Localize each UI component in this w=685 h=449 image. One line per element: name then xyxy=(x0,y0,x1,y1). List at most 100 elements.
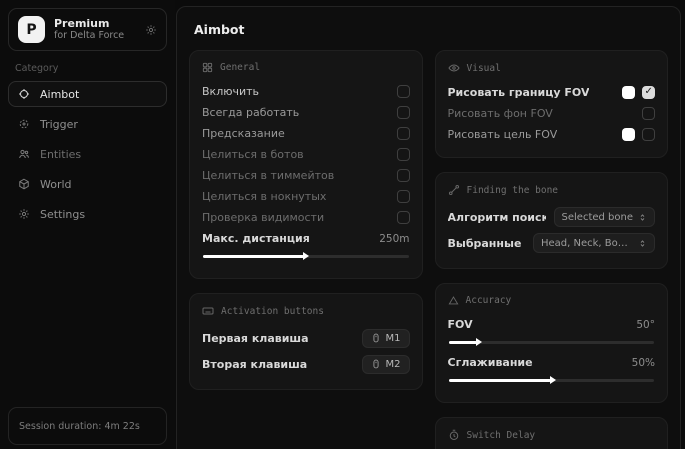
slider-thumb[interactable] xyxy=(550,376,556,384)
toggle-row: Предсказание xyxy=(202,123,410,144)
smoothing-slider[interactable] xyxy=(449,379,655,382)
bone-icon xyxy=(448,184,460,196)
product-logo: P xyxy=(18,16,45,43)
product-card: P Premium for Delta Force xyxy=(8,8,167,51)
sidebar-item-label: Trigger xyxy=(40,118,78,131)
left-column: General Включить Всегда работать Предска… xyxy=(189,50,423,390)
bone-row: Выбранные кости Head, Neck, Body, Pe.. xyxy=(448,230,656,256)
toggle-label: Включить xyxy=(202,85,259,98)
fov-slider[interactable] xyxy=(449,341,655,344)
category-label: Category xyxy=(15,63,175,74)
grid-icon xyxy=(202,62,213,73)
mouse-icon xyxy=(371,359,381,369)
slider-row: Сглаживание 50% xyxy=(448,352,656,373)
card-title: Activation buttons xyxy=(221,306,324,317)
chevrons-up-down-icon xyxy=(638,239,647,248)
select-value: Selected bone xyxy=(562,212,633,223)
checkbox[interactable] xyxy=(397,169,410,182)
sidebar-item-aimbot[interactable]: Aimbot xyxy=(8,81,167,107)
keybind-label: Вторая клавиша xyxy=(202,358,307,371)
selected-bones-select[interactable]: Head, Neck, Body, Pe.. xyxy=(533,233,655,253)
slider-thumb[interactable] xyxy=(476,338,482,346)
slider-label: Макс. дистанция xyxy=(202,232,310,245)
keybind-label: Первая клавиша xyxy=(202,332,309,345)
toggle-label: Целиться в тиммейтов xyxy=(202,169,334,182)
checkbox[interactable] xyxy=(397,85,410,98)
visual-card-header: Visual xyxy=(448,62,656,74)
card-title: Visual xyxy=(467,63,501,74)
visual-row: Рисовать границу FOV xyxy=(448,82,656,103)
checkbox[interactable] xyxy=(642,86,655,99)
keybind-button-m1[interactable]: M1 xyxy=(362,329,410,348)
keybind-row: Вторая клавиша M2 xyxy=(202,351,410,377)
toggle-row: Проверка видимости xyxy=(202,207,410,228)
visual-label: Рисовать границу FOV xyxy=(448,86,590,99)
toggle-label: Целиться в ботов xyxy=(202,148,304,161)
sidebar-item-trigger[interactable]: Trigger xyxy=(8,111,167,137)
color-swatch[interactable] xyxy=(622,86,635,99)
slider-row: Макс. дистанция 250m xyxy=(202,228,410,249)
card-title: General xyxy=(220,62,260,73)
slider-value: 250m xyxy=(379,233,409,245)
color-swatch[interactable] xyxy=(622,128,635,141)
visual-label: Рисовать фон FOV xyxy=(448,107,553,120)
max-distance-slider[interactable] xyxy=(203,255,409,258)
switch-delay-card-header: Switch Delay xyxy=(448,429,656,441)
toggle-row: Включить xyxy=(202,81,410,102)
accuracy-card: Accuracy FOV 50° Сглаживание 50% xyxy=(435,283,669,403)
trigger-icon xyxy=(18,118,30,130)
keybind-button-m2[interactable]: M2 xyxy=(362,355,410,374)
sidebar-item-label: World xyxy=(40,178,72,191)
page-title: Aimbot xyxy=(194,22,668,37)
sidebar-item-label: Entities xyxy=(40,148,81,161)
keybind-value: M1 xyxy=(386,333,401,344)
bone-card: Finding the bone Алгоритм поиска костей … xyxy=(435,172,669,269)
stopwatch-icon xyxy=(448,429,460,441)
switch-delay-card: Switch Delay Задержка переключения Задер… xyxy=(435,417,669,449)
world-icon xyxy=(18,178,30,190)
checkbox[interactable] xyxy=(397,211,410,224)
bone-row: Алгоритм поиска костей Selected bone xyxy=(448,204,656,230)
bone-label: Выбранные кости xyxy=(448,237,526,250)
chevrons-up-down-icon xyxy=(638,213,647,222)
keybind-row: Первая клавиша M1 xyxy=(202,325,410,351)
right-column: Visual Рисовать границу FOV Рисовать фон… xyxy=(435,50,669,449)
main-panel: Aimbot General Включить В xyxy=(176,6,681,449)
bone-label: Алгоритм поиска костей xyxy=(448,211,546,224)
select-value: Head, Neck, Body, Pe.. xyxy=(541,238,633,249)
sidebar-item-settings[interactable]: Settings xyxy=(8,201,167,227)
accuracy-card-header: Accuracy xyxy=(448,295,656,306)
sidebar-nav: Aimbot Trigger Entities World xyxy=(0,81,175,227)
visual-label: Рисовать цель FOV xyxy=(448,128,558,141)
toggle-row: Целиться в ботов xyxy=(202,144,410,165)
checkbox[interactable] xyxy=(642,128,655,141)
checkbox[interactable] xyxy=(397,106,410,119)
general-card: General Включить Всегда работать Предска… xyxy=(189,50,423,279)
visual-row: Рисовать цель FOV xyxy=(448,124,656,145)
slider-row: FOV 50° xyxy=(448,314,656,335)
keyboard-icon xyxy=(202,305,214,317)
activation-card-header: Activation buttons xyxy=(202,305,410,317)
sidebar-item-entities[interactable]: Entities xyxy=(8,141,167,167)
checkbox[interactable] xyxy=(397,127,410,140)
bone-algorithm-select[interactable]: Selected bone xyxy=(554,207,655,227)
card-title: Switch Delay xyxy=(467,430,536,441)
checkbox[interactable] xyxy=(642,107,655,120)
app-window: P Premium for Delta Force Category Aimbo… xyxy=(0,0,685,449)
toggle-row: Целиться в тиммейтов xyxy=(202,165,410,186)
slider-thumb[interactable] xyxy=(303,252,309,260)
bone-card-header: Finding the bone xyxy=(448,184,656,196)
toggle-row: Всегда работать xyxy=(202,102,410,123)
toggle-row: Целиться в нокнутых xyxy=(202,186,410,207)
visual-card: Visual Рисовать границу FOV Рисовать фон… xyxy=(435,50,669,158)
toggle-label: Проверка видимости xyxy=(202,211,324,224)
entities-icon xyxy=(18,148,30,160)
general-card-header: General xyxy=(202,62,410,73)
checkbox[interactable] xyxy=(397,148,410,161)
mouse-icon xyxy=(371,333,381,343)
toggle-label: Всегда работать xyxy=(202,106,299,119)
sidebar-item-world[interactable]: World xyxy=(8,171,167,197)
eye-icon xyxy=(448,62,460,74)
gear-icon[interactable] xyxy=(145,24,157,36)
checkbox[interactable] xyxy=(397,190,410,203)
